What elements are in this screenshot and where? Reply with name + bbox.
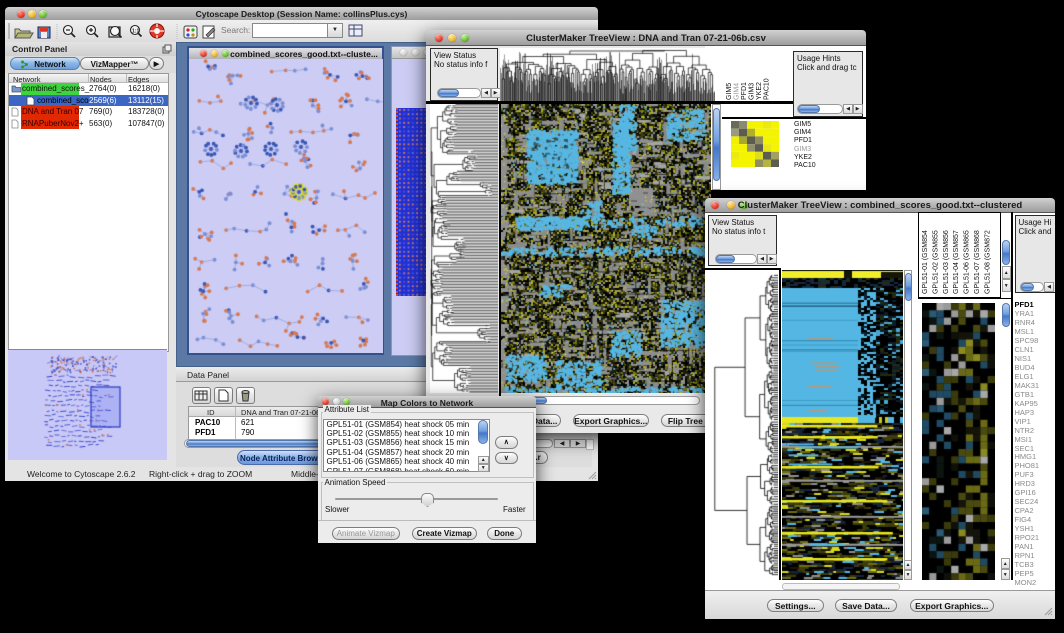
svg-text:GIM5: GIM5 xyxy=(726,83,733,100)
svg-text:GIM4: GIM4 xyxy=(734,83,741,100)
svg-text:1:1: 1:1 xyxy=(132,29,139,35)
svg-text:GPL51-02 (GSM855: GPL51-02 (GSM855 xyxy=(932,230,939,294)
svg-text:YKE2: YKE2 xyxy=(756,82,763,100)
svg-text:GIM3: GIM3 xyxy=(749,83,756,100)
svg-text:PFD1: PFD1 xyxy=(741,82,748,100)
svg-text:GPL51-07 (GSM868: GPL51-07 (GSM868 xyxy=(974,230,981,294)
svg-text:GPL51-03 (GSM856: GPL51-03 (GSM856 xyxy=(943,230,950,294)
svg-text:GPL51-08 (GSM872: GPL51-08 (GSM872 xyxy=(984,230,991,294)
svg-text:PAC10: PAC10 xyxy=(764,78,771,100)
svg-text:GPL51-06 (GSM865: GPL51-06 (GSM865 xyxy=(964,230,971,294)
svg-text:GPL51-01 (GSM854: GPL51-01 (GSM854 xyxy=(922,230,929,294)
svg-text:GPL51-04 (GSM857: GPL51-04 (GSM857 xyxy=(953,230,960,294)
